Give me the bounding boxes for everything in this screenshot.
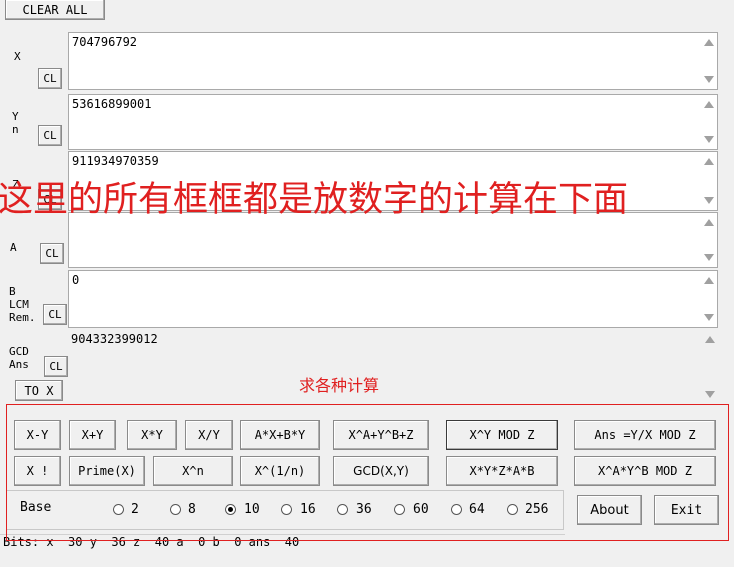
ans-scrollbar[interactable] (701, 330, 718, 404)
ops-annotation-box (6, 404, 729, 541)
y-input[interactable]: 53616899001 (68, 94, 718, 150)
x-scrollbar[interactable] (700, 33, 717, 89)
x-value: 704796792 (72, 35, 138, 49)
clear-all-button[interactable]: CLEAR ALL (5, 0, 105, 20)
ans-value: 904332399012 (71, 332, 158, 346)
scroll-up-icon[interactable] (704, 158, 714, 165)
scroll-up-icon[interactable] (705, 336, 715, 343)
y-value: 53616899001 (72, 97, 152, 111)
gcd-clear-button[interactable]: CL (44, 356, 68, 377)
scroll-up-icon[interactable] (704, 219, 714, 226)
x-clear-button[interactable]: CL (38, 68, 62, 89)
z-scrollbar[interactable] (700, 152, 717, 210)
gcd-ans-label: GCD Ans (9, 345, 29, 371)
a-scrollbar[interactable] (700, 213, 717, 267)
scroll-down-icon[interactable] (704, 197, 714, 204)
a-clear-button[interactable]: CL (40, 243, 64, 264)
top-annotation: 这里的所有框框都是放数字的计算在下面 (0, 180, 629, 220)
y-scrollbar[interactable] (700, 95, 717, 149)
scroll-down-icon[interactable] (704, 76, 714, 83)
y-clear-button[interactable]: CL (38, 125, 62, 146)
y-label: Y n (12, 110, 19, 136)
to-x-button[interactable]: TO X (15, 380, 63, 401)
scroll-up-icon[interactable] (704, 101, 714, 108)
b-value: 0 (72, 273, 80, 287)
b-clear-button[interactable]: CL (43, 304, 67, 325)
x-input[interactable]: 704796792 (68, 32, 718, 90)
x-label: X (14, 50, 21, 63)
b-lcm-rem-label: B LCM Rem. (9, 285, 36, 324)
scroll-down-icon[interactable] (704, 314, 714, 321)
scroll-up-icon[interactable] (704, 39, 714, 46)
b-scrollbar[interactable] (700, 271, 717, 327)
scroll-up-icon[interactable] (704, 277, 714, 284)
ans-output[interactable]: 904332399012 (68, 330, 718, 404)
z-value: 911934970359 (72, 154, 159, 168)
b-input[interactable]: 0 (68, 270, 718, 328)
ops-annotation: 求各种计算 (299, 376, 380, 395)
a-label: A (10, 241, 17, 254)
scroll-down-icon[interactable] (705, 391, 715, 398)
scroll-down-icon[interactable] (704, 136, 714, 143)
scroll-down-icon[interactable] (704, 254, 714, 261)
